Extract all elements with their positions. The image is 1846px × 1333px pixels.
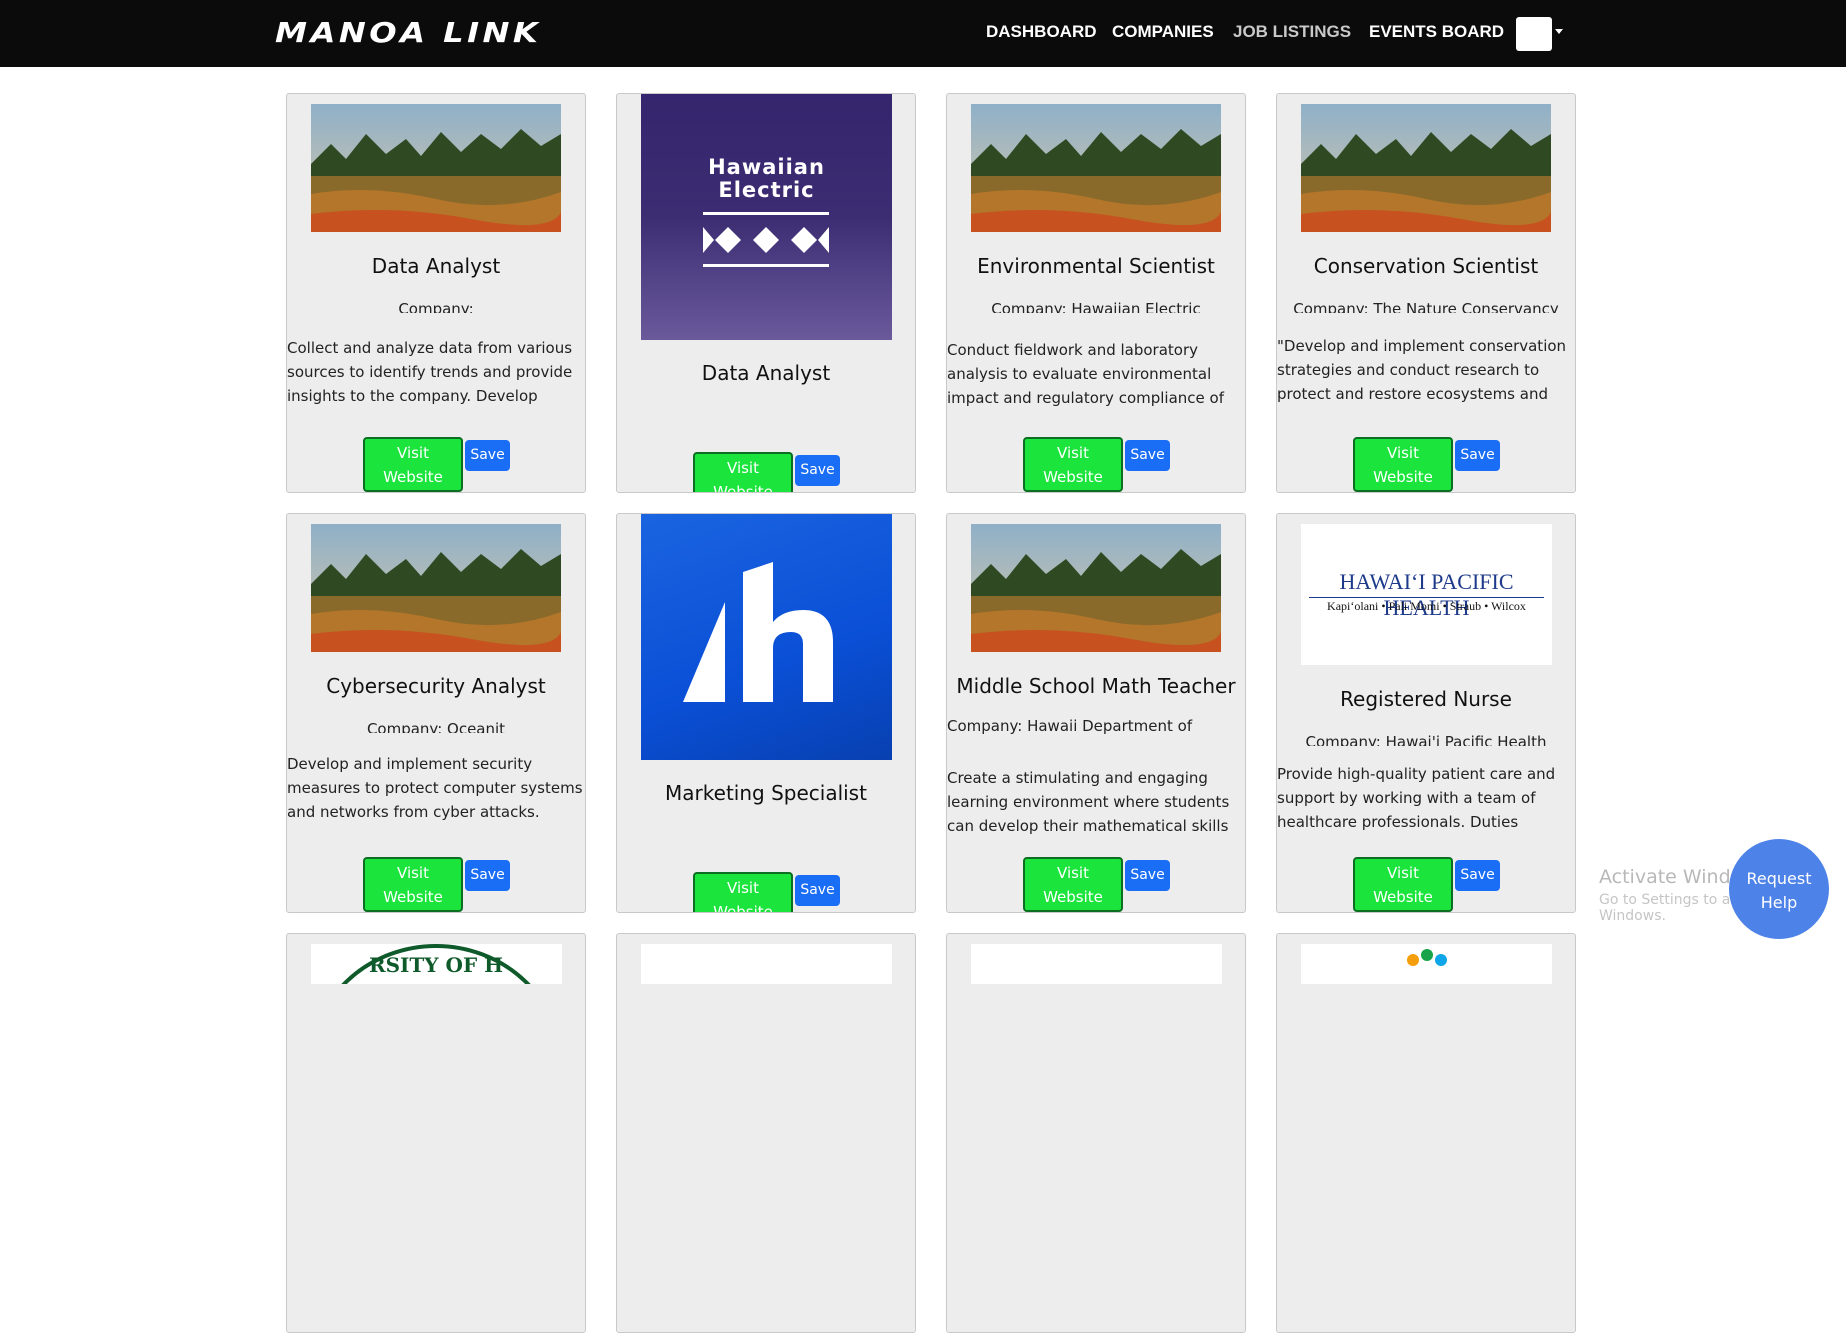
job-card — [946, 933, 1246, 1333]
brand-logo[interactable]: MANOA LINK — [275, 16, 541, 49]
job-card — [1276, 933, 1576, 1333]
company-logo — [971, 944, 1222, 984]
job-title[interactable]: Cybersecurity Analyst — [287, 674, 585, 698]
job-card: RSITY OF H — [286, 933, 586, 1333]
logo-text-line-1: Hawaiian — [708, 155, 825, 179]
job-card — [616, 933, 916, 1333]
visit-website-button[interactable]: Visit Website — [1023, 437, 1123, 492]
save-button[interactable]: Save — [1125, 440, 1170, 471]
company-label: Company: Hawaii Department of — [947, 717, 1193, 735]
job-description: "Develop and implement conservation stra… — [1277, 337, 1567, 403]
save-button[interactable]: Save — [1455, 860, 1500, 891]
company-logo — [641, 944, 892, 984]
company-label: Company: Hawaiian Electric — [991, 300, 1201, 313]
job-card: Environmental Scientist Company: Hawaiia… — [946, 93, 1246, 493]
visit-website-button[interactable]: Visit Website — [1353, 857, 1453, 912]
landscape-photo — [971, 104, 1221, 232]
nav-companies[interactable]: COMPANIES — [1112, 22, 1214, 42]
request-help-button[interactable]: Request Help — [1729, 839, 1829, 939]
visit-website-button[interactable]: Visit Website — [1023, 857, 1123, 912]
company-label: Company: Hawai'i Pacific Health — [1305, 733, 1547, 746]
nav-job-listings[interactable]: JOB LISTINGS — [1233, 22, 1351, 42]
user-avatar[interactable] — [1516, 17, 1552, 51]
hawaiian-electric-logo: Hawaiian Electric — [641, 94, 892, 340]
job-title[interactable]: Environmental Scientist — [947, 254, 1245, 278]
landscape-photo — [1301, 104, 1551, 232]
job-card: Conservation Scientist Company: The Natu… — [1276, 93, 1576, 493]
job-description: Create a stimulating and engaging learni… — [947, 769, 1230, 835]
company-label: Company: — [398, 300, 474, 313]
hawaii-pacific-health-logo: HAWAIʻI PACIFIC HEALTH Kapiʻolani • Pali… — [1301, 524, 1552, 665]
job-card: Cybersecurity Analyst Company: Oceanit D… — [286, 513, 586, 913]
nav-dashboard[interactable]: DASHBOARD — [986, 22, 1097, 42]
company-label: Company: Oceanit — [366, 720, 506, 733]
save-button[interactable]: Save — [1455, 440, 1500, 471]
job-card: Hawaiian Electric Data Analyst Visit Web… — [616, 93, 916, 493]
job-description: Provide high-quality patient care and su… — [1277, 765, 1556, 831]
job-description: Conduct fieldwork and laboratory analysi… — [947, 341, 1224, 407]
logo-text-line-2: Kapiʻolani • Pali Momi • Straub • Wilcox — [1327, 599, 1526, 613]
landscape-photo — [971, 524, 1221, 652]
university-seal: RSITY OF H — [311, 944, 562, 984]
logo-text-line-2: Electric — [718, 178, 815, 202]
job-title[interactable]: Middle School Math Teacher — [947, 674, 1245, 698]
job-description: Develop and implement security measures … — [287, 755, 583, 821]
save-button[interactable]: Save — [465, 860, 510, 891]
landscape-photo — [311, 524, 561, 652]
job-description: Collect and analyze data from various so… — [287, 339, 573, 405]
job-title[interactable]: Conservation Scientist — [1277, 254, 1575, 278]
job-title[interactable]: Data Analyst — [287, 254, 585, 278]
seal-text: RSITY OF H — [369, 953, 503, 977]
job-card: Middle School Math Teacher Company: Hawa… — [946, 513, 1246, 913]
nav-events-board[interactable]: EVENTS BOARD — [1369, 22, 1504, 42]
job-title[interactable]: Marketing Specialist — [617, 781, 915, 805]
h-logo — [641, 514, 892, 760]
visit-website-button[interactable]: Visit Website — [363, 437, 463, 492]
visit-website-button[interactable]: Visit Website — [693, 872, 793, 912]
save-button[interactable]: Save — [465, 440, 510, 471]
save-button[interactable]: Save — [1125, 860, 1170, 891]
help-label-line-1: Request — [1746, 869, 1812, 888]
help-label-line-2: Help — [1760, 893, 1798, 912]
save-button[interactable]: Save — [795, 875, 840, 906]
job-title[interactable]: Registered Nurse — [1277, 687, 1575, 711]
save-button[interactable]: Save — [795, 455, 840, 486]
job-title[interactable]: Data Analyst — [617, 361, 915, 385]
top-navbar: MANOA LINK DASHBOARD COMPANIES JOB LISTI… — [0, 0, 1846, 67]
visit-website-button[interactable]: Visit Website — [693, 452, 793, 492]
visit-website-button[interactable]: Visit Website — [363, 857, 463, 912]
visit-website-button[interactable]: Visit Website — [1353, 437, 1453, 492]
job-card: Data Analyst Company: Collect and analyz… — [286, 93, 586, 493]
company-label: Company: The Nature Conservancy — [1293, 300, 1559, 313]
job-card: HAWAIʻI PACIFIC HEALTH Kapiʻolani • Pali… — [1276, 513, 1576, 913]
job-card: Marketing Specialist Visit Website Save — [616, 513, 916, 913]
landscape-photo — [311, 104, 561, 232]
colorful-logo — [1301, 944, 1552, 984]
chevron-down-icon[interactable] — [1555, 29, 1563, 34]
